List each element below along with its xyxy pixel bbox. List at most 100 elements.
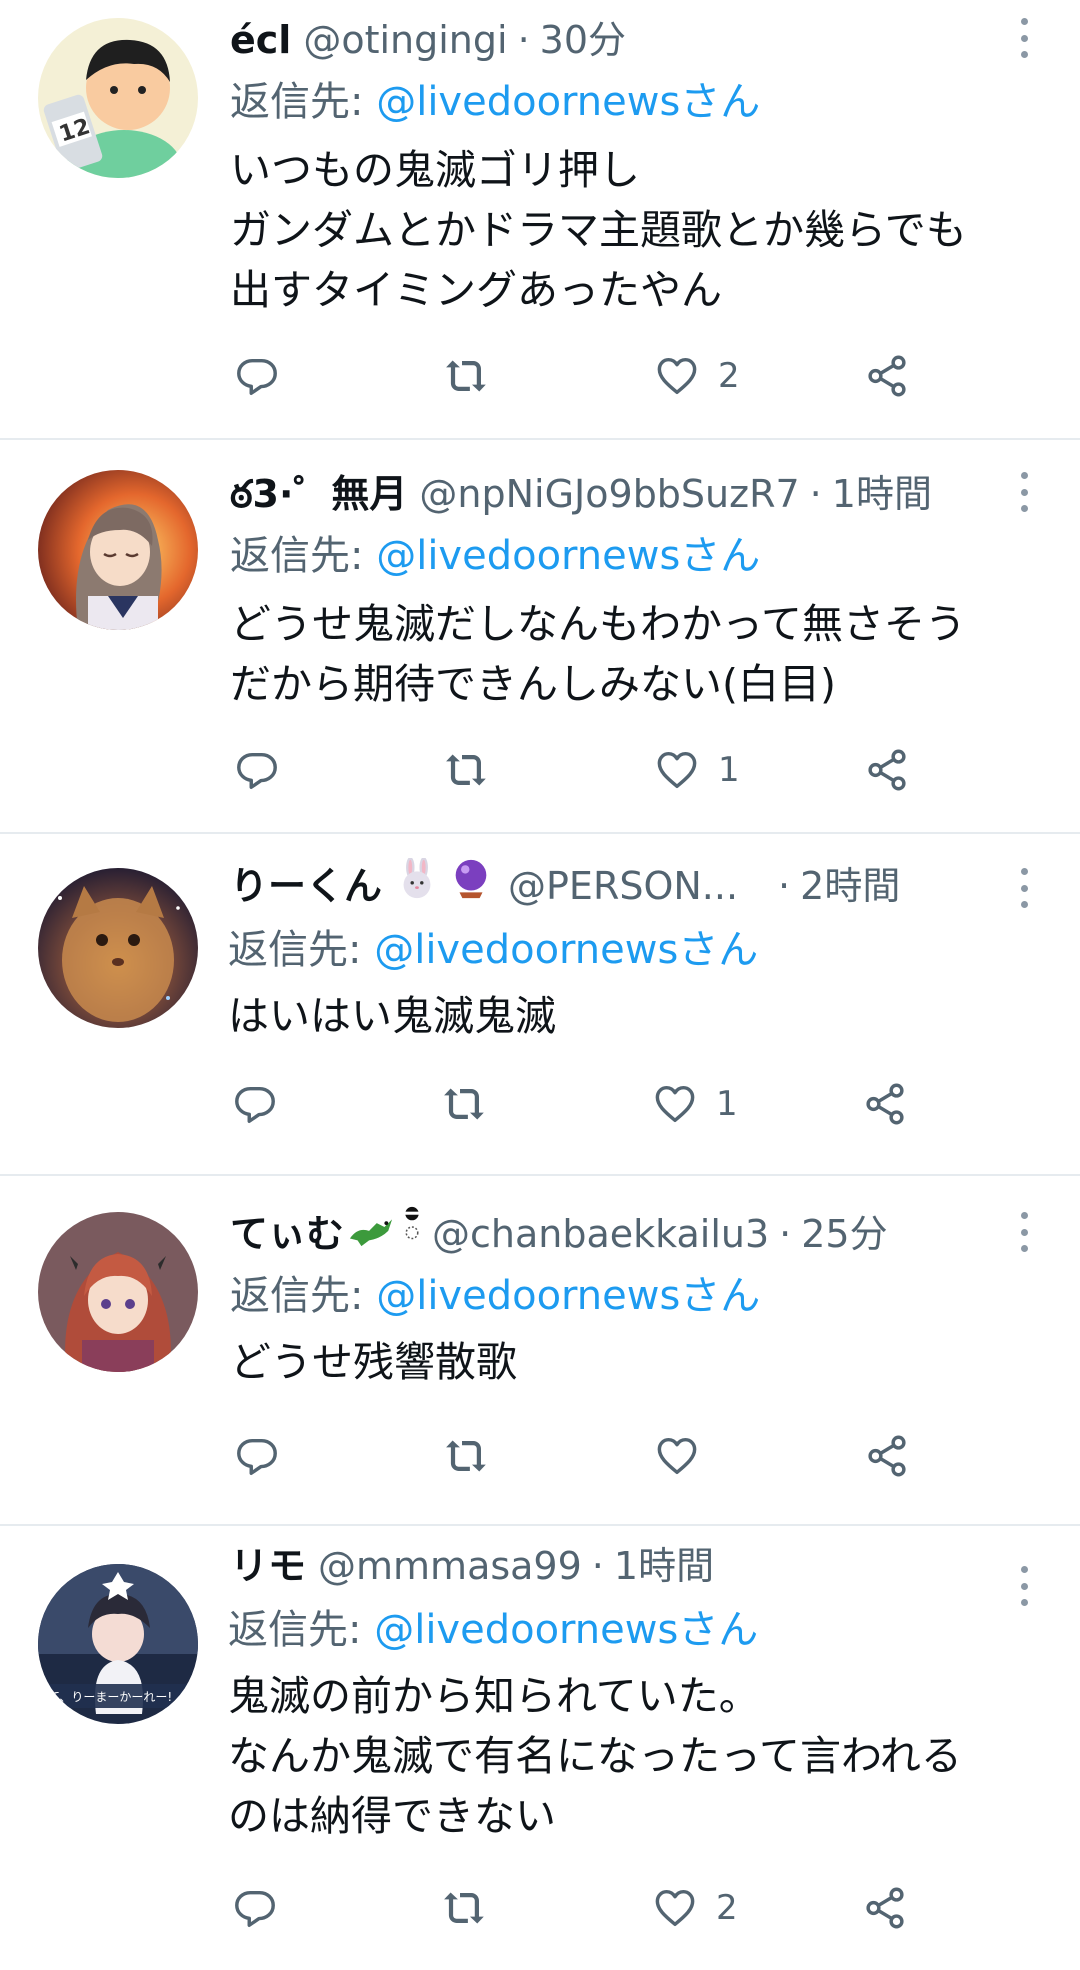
retweet-icon — [446, 1440, 486, 1472]
reply-to-mention[interactable]: @livedoornewsさん — [376, 1273, 760, 1319]
reply-to-mention[interactable]: @livedoornewsさん — [374, 927, 758, 973]
share-button[interactable] — [864, 346, 910, 406]
tweet-text-line: 出すタイミングあったやん — [230, 266, 722, 314]
share-button[interactable] — [864, 1426, 910, 1486]
user-handle[interactable]: @PERSON... — [508, 858, 738, 914]
reply-to-line: 返信先: @livedoornewsさん — [230, 74, 760, 130]
ninja-icon — [400, 1206, 424, 1262]
tweet-text-line: ガンダムとかドラマ主題歌とか幾らでも — [230, 206, 967, 254]
retweet-icon — [444, 1892, 484, 1924]
avatar[interactable] — [38, 868, 198, 1028]
reply-to-label: 返信先: — [230, 79, 377, 125]
action-bar: 1 — [228, 1074, 928, 1134]
tweet-text-line: のは納得できない — [228, 1792, 556, 1840]
share-icon — [868, 1435, 906, 1477]
reply-to-label: 返信先: — [230, 533, 377, 579]
reply-button[interactable] — [234, 1426, 280, 1486]
display-name[interactable]: écl — [230, 12, 291, 68]
tweet-header: りーくん @PERSON... · 2時間 — [230, 858, 990, 914]
like-count: 2 — [718, 356, 740, 396]
reply-to-line: 返信先: @livedoornewsさん — [228, 922, 758, 978]
more-icon[interactable] — [1012, 472, 1036, 512]
display-name[interactable]: りーくん — [230, 858, 382, 914]
timestamp[interactable]: 1時間 — [832, 466, 932, 522]
reply-button[interactable] — [234, 740, 280, 800]
reply-icon — [237, 358, 277, 395]
timestamp[interactable]: 2時間 — [800, 858, 900, 914]
reply-icon — [235, 1086, 275, 1123]
user-handle[interactable]: @otingingi — [303, 12, 507, 68]
reply-icon — [235, 1890, 275, 1927]
retweet-button[interactable] — [440, 1878, 490, 1938]
reply-to-label: 返信先: — [230, 1273, 377, 1319]
avatar[interactable]: て、りーまーかーれー! — [38, 1564, 198, 1724]
tweet[interactable]: りーくん @PERSON... · 2時間 返信先: @livedoornews… — [0, 834, 1080, 1176]
tweet-text: はいはい鬼滅鬼滅 — [228, 986, 1050, 1046]
share-button[interactable] — [862, 1074, 908, 1134]
more-icon[interactable] — [1012, 1566, 1036, 1606]
tweet-text: いつもの鬼滅ゴリ押し ガンダムとかドラマ主題歌とか幾らでも 出すタイミングあった… — [230, 140, 1050, 320]
like-icon — [657, 751, 697, 789]
avatar[interactable] — [38, 1212, 198, 1372]
share-button[interactable] — [862, 1878, 908, 1938]
reply-button[interactable] — [232, 1074, 278, 1134]
reply-to-label: 返信先: — [228, 927, 375, 973]
svg-text:て、りーまーかーれー!: て、りーまーかーれー! — [48, 1690, 172, 1704]
like-icon — [657, 1437, 697, 1475]
like-button[interactable]: 2 — [654, 346, 740, 406]
reply-to-line: 返信先: @livedoornewsさん — [230, 1268, 760, 1324]
display-name[interactable]: リモ — [230, 1538, 306, 1594]
like-icon — [657, 357, 697, 395]
share-icon — [868, 749, 906, 791]
tweet-text-line: どうせ残響散歌 — [230, 1338, 517, 1386]
like-button[interactable] — [654, 1426, 718, 1486]
tweet-header: てぃむ @chanbaekkailu3 · 25分 — [230, 1206, 990, 1262]
like-button[interactable]: 1 — [654, 740, 740, 800]
timestamp[interactable]: 25分 — [801, 1206, 887, 1262]
reply-to-label: 返信先: — [228, 1607, 375, 1653]
tweet[interactable]: てぃむ @chanbaekkailu3 · 25分 返信先: @livedoor… — [0, 1176, 1080, 1526]
timestamp[interactable]: 1時間 — [614, 1538, 714, 1594]
retweet-icon — [446, 360, 486, 392]
tweet-text-line: どうせ鬼滅だしなんもわかって無さそう — [230, 600, 966, 648]
reply-to-mention[interactable]: @livedoornewsさん — [374, 1607, 758, 1653]
reply-button[interactable] — [232, 1878, 278, 1938]
retweet-button[interactable] — [442, 740, 492, 800]
share-icon — [868, 355, 906, 397]
separator-dot: · — [809, 472, 822, 516]
more-icon[interactable] — [1012, 1212, 1036, 1252]
reply-to-mention[interactable]: @livedoornewsさん — [376, 79, 760, 125]
tweet-text-line: 鬼滅の前から知られていた。 — [228, 1672, 760, 1720]
tweet[interactable]: て、りーまーかーれー! リモ @mmmasa99 · 1時間 返信先: @liv… — [0, 1526, 1080, 1970]
display-name[interactable]: てぃむ — [230, 1206, 344, 1262]
more-icon[interactable] — [1012, 18, 1036, 58]
separator-dot: · — [591, 1544, 604, 1588]
like-button[interactable]: 2 — [652, 1878, 738, 1938]
tweet[interactable]: 12 écl @otingingi · 30分 返信先: @livedoorne… — [0, 0, 1080, 440]
tweet-text: 鬼滅の前から知られていた。 なんか鬼滅で有名になったって言われる のは納得できな… — [228, 1666, 1050, 1846]
more-icon[interactable] — [1012, 868, 1036, 908]
display-name[interactable]: ఠ3·゜無月 — [230, 466, 407, 522]
crystal-ball-icon — [448, 858, 494, 914]
tweet-header: リモ @mmmasa99 · 1時間 — [230, 1538, 990, 1594]
like-button[interactable]: 1 — [652, 1074, 738, 1134]
action-bar: 2 — [230, 346, 930, 406]
share-button[interactable] — [864, 740, 910, 800]
dragon-icon — [346, 1206, 396, 1262]
timestamp[interactable]: 30分 — [540, 12, 626, 68]
avatar[interactable] — [38, 470, 198, 630]
user-handle[interactable]: @chanbaekkailu3 — [432, 1206, 769, 1262]
retweet-button[interactable] — [440, 1074, 490, 1134]
separator-dot: · — [779, 1212, 792, 1256]
avatar[interactable]: 12 — [38, 18, 198, 178]
user-handle[interactable]: @npNiGJo9bbSuzR7 — [419, 466, 799, 522]
retweet-button[interactable] — [442, 346, 492, 406]
like-icon — [655, 1085, 695, 1123]
tweet[interactable]: ఠ3·゜無月 @npNiGJo9bbSuzR7 · 1時間 返信先: @live… — [0, 440, 1080, 834]
reply-button[interactable] — [234, 346, 280, 406]
separator-dot: · — [778, 864, 791, 908]
reply-to-mention[interactable]: @livedoornewsさん — [376, 533, 760, 579]
user-handle[interactable]: @mmmasa99 — [318, 1538, 582, 1594]
retweet-button[interactable] — [442, 1426, 492, 1486]
tweet-text-line: だから期待できんしみない(白目) — [230, 660, 836, 708]
